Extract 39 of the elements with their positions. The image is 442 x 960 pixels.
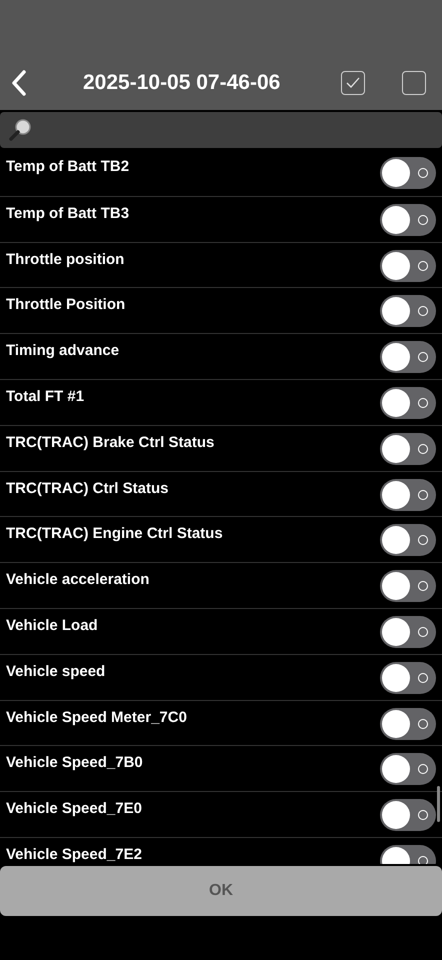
scroll-indicator [437, 786, 440, 822]
toggle-switch[interactable] [380, 295, 436, 328]
toggle-switch[interactable] [380, 570, 436, 602]
toggle-switch[interactable] [380, 799, 436, 832]
toggle-switch[interactable] [380, 250, 436, 282]
toggle-switch[interactable] [380, 616, 436, 648]
item-label: Vehicle Load [6, 616, 98, 636]
toggle-switch[interactable] [380, 753, 436, 786]
item-label: Throttle position [6, 250, 124, 270]
toggle-switch[interactable] [380, 524, 436, 556]
toggle-switch[interactable] [380, 157, 436, 189]
item-label: Vehicle Speed_7E0 [6, 799, 142, 820]
toggle-switch[interactable] [380, 478, 436, 511]
item-label: TRC(TRAC) Engine Ctrl Status [6, 524, 223, 544]
item-label: Throttle Position [6, 295, 126, 316]
toggle-switch[interactable] [380, 662, 436, 694]
item-label: Vehicle Speed_7B0 [6, 753, 143, 774]
checkmark-icon [346, 77, 360, 89]
search-field[interactable] [0, 112, 442, 148]
chevron-left-icon [11, 70, 27, 96]
item-label: Temp of Batt TB2 [6, 157, 130, 177]
item-label: Timing advance [6, 341, 120, 362]
toggle-switch[interactable] [380, 341, 436, 374]
toggle-switch[interactable] [380, 432, 436, 465]
window-title: 2025-10-05 07-46-06 [83, 70, 280, 96]
item-label: Vehicle Speed Meter_7C0 [6, 708, 187, 728]
toggle-switch[interactable] [380, 386, 436, 419]
item-label: TRC(TRAC) Ctrl Status [6, 478, 168, 499]
checkbox[interactable] [402, 71, 426, 95]
checkbox[interactable] [341, 71, 365, 95]
item-label: Total FT #1 [6, 386, 84, 407]
item-label: Vehicle acceleration [6, 570, 150, 590]
toggle-switch[interactable] [380, 708, 436, 740]
item-label: Temp of Batt TB3 [6, 204, 130, 224]
item-label: TRC(TRAC) Brake Ctrl Status [6, 432, 214, 453]
item-label: Vehicle speed [6, 662, 106, 682]
magnifier-icon [8, 118, 32, 142]
toggle-switch[interactable] [380, 204, 436, 236]
item-label: Vehicle Speed_7E2 [6, 844, 142, 864]
